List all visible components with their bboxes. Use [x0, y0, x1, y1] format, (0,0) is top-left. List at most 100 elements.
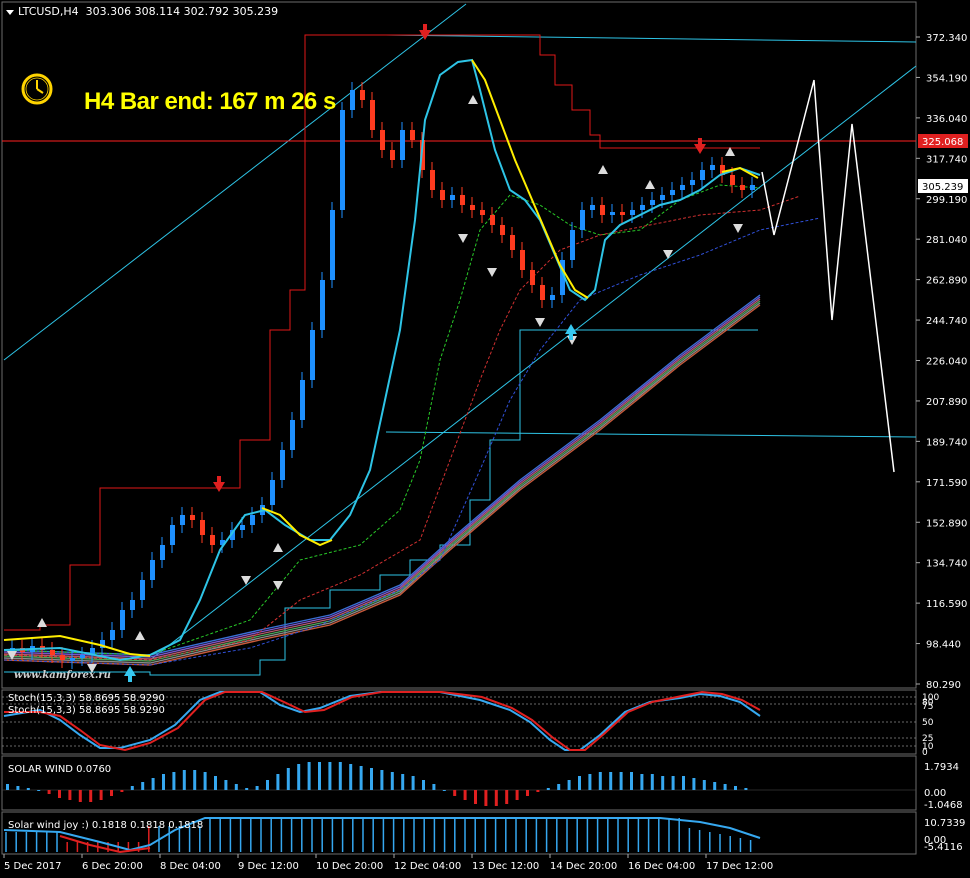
solar-wind-tick-label: 1.7934 [924, 762, 959, 773]
fractal-up-icon [598, 165, 608, 174]
fast-ma-yellow-3 [471, 59, 589, 299]
time-axis[interactable]: 5 Dec 2017 6 Dec 20:00 8 Dec 04:00 9 Dec 12… [3, 854, 773, 872]
solar-wind-bar [682, 776, 685, 790]
solar-wind-bar [401, 774, 405, 790]
trend-line-bottom[interactable] [385, 431, 917, 438]
price-tick-label: 299.190 [926, 195, 967, 206]
trading-chart[interactable]: 372.340 354.190 336.040 317.740 299.190 281.0… [0, 0, 970, 878]
solar-wind-bar [411, 776, 415, 790]
candle-body [510, 235, 515, 250]
candle-body [430, 170, 435, 190]
fractal-down-icon [241, 576, 251, 585]
candle-body [360, 90, 365, 100]
candle-body [540, 285, 545, 300]
solar-wind-bar [422, 780, 425, 790]
candle-body [110, 630, 115, 640]
candle-body [80, 655, 85, 658]
bar-end-timer: H4 Bar end: 167 m 26 s [84, 88, 336, 115]
solar-wind-tick-label: -1.0468 [924, 800, 963, 811]
candle-body [660, 195, 665, 200]
candle-body [300, 380, 305, 420]
solar-wind-bar [380, 770, 384, 790]
sell-arrow-icon [213, 476, 225, 492]
stoch-level-label: 50 [922, 718, 934, 728]
candle-body [170, 525, 175, 545]
price-tick-label: 317.740 [926, 154, 967, 165]
candlestick-series[interactable] [10, 82, 755, 669]
solar-wind-bar [151, 778, 155, 790]
price-tick-label: 152.890 [926, 518, 967, 529]
stoch-level-label: 0 [922, 748, 928, 758]
candle-body [570, 230, 575, 260]
solar-wind-bar [723, 784, 727, 790]
dropdown-arrow-icon[interactable] [6, 9, 14, 15]
solar-wind-panel-frame [1, 755, 917, 811]
candle-body [750, 185, 755, 190]
price-tick-label: 336.040 [926, 114, 967, 125]
solar-wind-bar [484, 790, 488, 806]
trend-line-top[interactable] [385, 34, 917, 43]
solar-wind-bar [328, 762, 332, 790]
candle-body [620, 212, 625, 215]
current-price-tag: 305.239 [918, 179, 968, 193]
candle-body [730, 175, 735, 185]
level-price-label: 325.068 [922, 137, 963, 148]
solar-wind-histogram [6, 762, 748, 806]
solar-wind-bar [692, 778, 696, 790]
candle-body [370, 100, 375, 130]
solar-wind-bar [630, 772, 633, 790]
solar-wind-bar [234, 784, 238, 790]
candle-body [640, 205, 645, 210]
solar-wind-bar [734, 786, 737, 790]
candle-body [270, 480, 275, 505]
solar-wind-bar [286, 768, 290, 790]
fractal-up-icon [37, 618, 47, 627]
solar-wind-bar [318, 762, 321, 790]
candle-body [180, 515, 185, 525]
solar-wind-bar [37, 790, 41, 791]
solar-wind-bar [78, 790, 82, 802]
solar-wind-bar [224, 780, 228, 790]
candle-body [200, 520, 205, 535]
channel-upper-line[interactable] [3, 3, 467, 361]
channel-lower-line[interactable] [149, 65, 917, 661]
solar-joy-tick-label: -5.4116 [924, 842, 963, 853]
candle-body [140, 580, 145, 600]
fractal-down-icon [535, 318, 545, 327]
candle-body [190, 515, 195, 520]
time-tick-label: 10 Dec 20:00 [316, 861, 383, 872]
stoch-axis: 10080755025100 [922, 693, 939, 758]
candle-body [60, 655, 65, 660]
price-tick-label: 207.890 [926, 397, 967, 408]
price-axis[interactable]: 372.340 354.190 336.040 317.740 299.190 281.0… [916, 33, 967, 691]
solar-wind-bar [16, 786, 20, 790]
candle-body [120, 610, 125, 630]
solar-wind-bar [650, 774, 654, 790]
candle-body [330, 210, 335, 280]
solar-wind-bar [702, 780, 706, 790]
candle-body [340, 110, 345, 210]
time-tick-label: 9 Dec 12:00 [238, 861, 299, 872]
solar-wind-bar [442, 790, 446, 791]
candle-body [250, 515, 255, 525]
fractal-down-icon [733, 224, 743, 233]
candle-body [470, 205, 475, 210]
candle-body [700, 170, 705, 180]
solar-wind-bar [515, 790, 519, 800]
price-tick-label: 98.440 [926, 640, 961, 651]
candle-body [670, 190, 675, 195]
solar-wind-bar [713, 782, 717, 790]
solar-wind-bar [266, 780, 269, 790]
solar-wind-label: SOLAR WIND 0.0760 [8, 764, 111, 775]
price-tick-label: 226.040 [926, 357, 967, 368]
candle-body [400, 130, 405, 160]
candle-body [350, 90, 355, 110]
solar-wind-bar [359, 766, 363, 790]
solar-wind-bar [546, 788, 550, 790]
solar-wind-bar [338, 762, 342, 790]
candle-body [290, 420, 295, 450]
candle-body [630, 210, 635, 215]
forecast-zigzag [761, 79, 895, 473]
solar-wind-bar [141, 782, 145, 790]
fractal-down-icon [273, 581, 283, 590]
